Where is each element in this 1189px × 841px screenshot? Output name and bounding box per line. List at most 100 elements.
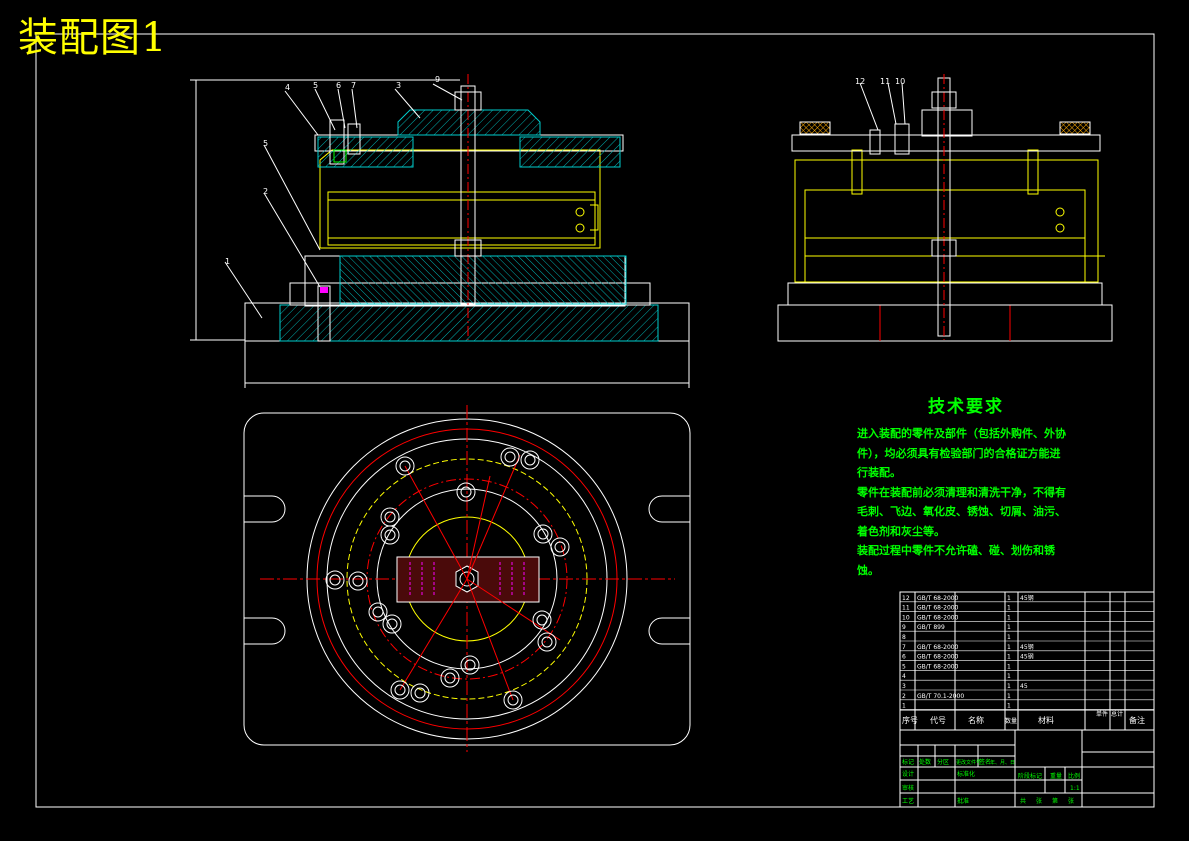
tb-total: 共 xyxy=(1020,797,1026,805)
parts-table-cell: GB/T 70.1-2000 xyxy=(917,693,964,700)
parts-table-cell: 3 xyxy=(902,683,906,690)
balloon-6: 6 xyxy=(336,81,341,90)
bolt-hole xyxy=(536,614,548,626)
parts-table-cell: GB/T 68-2000 xyxy=(917,654,959,661)
header-unit: 单件 xyxy=(1096,710,1108,718)
bolt-head xyxy=(550,537,570,557)
parts-table-cell: 45钢 xyxy=(1020,594,1034,602)
parts-table-cell: 1 xyxy=(1007,624,1011,631)
bolt-head xyxy=(325,570,345,590)
parts-table-cell: GB/T 68-2000 xyxy=(917,614,959,621)
header-qty: 数量 xyxy=(1005,717,1017,725)
parts-table-cell: GB/T 68-2000 xyxy=(917,605,959,612)
bolt-head xyxy=(456,482,476,502)
bolt-head xyxy=(533,524,553,544)
bolt-head xyxy=(500,447,520,467)
bolt-hole xyxy=(504,451,516,463)
balloon-3: 3 xyxy=(396,81,401,90)
tb-count: 处数 xyxy=(919,758,931,766)
header-index: 序号 xyxy=(902,715,918,725)
parts-table-cell: 1 xyxy=(902,703,906,710)
header-code: 代号 xyxy=(930,715,946,725)
header-remark: 备注 xyxy=(1129,715,1145,725)
side-view xyxy=(777,74,1113,342)
parts-table-cell: 9 xyxy=(902,624,906,631)
parts-table-cell: 1 xyxy=(1007,634,1011,641)
tb-design: 设计 xyxy=(902,770,914,778)
parts-table-cell: 8 xyxy=(902,634,906,641)
parts-table-cell: 5 xyxy=(902,663,906,670)
bolt-hole xyxy=(524,454,536,466)
parts-table-cell: 1 xyxy=(1007,644,1011,651)
tb-process: 工艺 xyxy=(902,797,914,805)
tb-scale: 1:1 xyxy=(1070,785,1080,792)
tb-no: 第 xyxy=(1052,797,1058,805)
balloon-10: 10 xyxy=(895,77,905,86)
tb-stage: 阶段标记 xyxy=(1018,772,1042,780)
parts-table-cell: 6 xyxy=(902,654,906,661)
bolt-head xyxy=(368,602,388,622)
parts-table-cell: 2 xyxy=(902,693,906,700)
bolt-hole xyxy=(329,574,341,586)
drawing-canvas: 4 5 6 7 3 9 5 2 1 12 11 10 12 GB/T 68-20… xyxy=(35,33,1155,808)
balloon-11: 11 xyxy=(880,77,890,86)
parts-table-cell: 12 xyxy=(902,595,910,602)
tb-weight: 重量 xyxy=(1050,772,1062,780)
parts-table-cell: 1 xyxy=(1007,605,1011,612)
balloon-7: 7 xyxy=(351,81,356,90)
bolt-head xyxy=(380,507,400,527)
bolt-head xyxy=(460,655,480,675)
tech-requirement-item: 零件在装配前必须清理和清洗干净，不得有毛刺、飞边、氧化皮、锈蚀、切屑、油污、着色… xyxy=(857,485,1066,538)
parts-table-cell: GB/T 68-2000 xyxy=(917,644,959,651)
balloon-4: 4 xyxy=(285,83,290,92)
balloon-12: 12 xyxy=(855,77,865,86)
bolt-head xyxy=(380,525,400,545)
tb-date: 年、月、日 xyxy=(990,759,1015,766)
parts-table-cell: 1 xyxy=(1007,693,1011,700)
balloon-5b: 5 xyxy=(263,139,268,148)
bolt-head xyxy=(348,571,368,591)
tech-requirement-item: 进入装配的零件及部件（包括外购件、外协件），均必须具有检验部门的合格证方能进行装… xyxy=(857,427,1066,479)
tb-mark: 标记 xyxy=(902,758,914,766)
parts-table-cell: 1 xyxy=(1007,683,1011,690)
parts-table-cell: 1 xyxy=(1007,654,1011,661)
parts-list-rows: 12 GB/T 68-2000 1 45钢11 GB/T 68-2000 110 GB/T … xyxy=(900,594,1154,710)
parts-table-cell: GB/T 68-2000 xyxy=(917,663,959,670)
parts-table-cell: 1 xyxy=(1007,595,1011,602)
parts-table-cell: 10 xyxy=(902,614,910,621)
parts-table-cell: 45钢 xyxy=(1020,643,1034,651)
parts-table-cell: 1 xyxy=(1007,614,1011,621)
bolt-head xyxy=(532,610,552,630)
title-block xyxy=(899,729,1155,808)
parts-table-cell: 1 xyxy=(1007,663,1011,670)
parts-list-table: 12 GB/T 68-2000 1 45钢11 GB/T 68-2000 110 GB/T … xyxy=(899,591,1155,731)
balloon-2: 2 xyxy=(263,187,268,196)
tech-requirements-heading: 技术要求 xyxy=(928,397,1004,417)
header-total: 总计 xyxy=(1111,710,1123,718)
balloon-1: 1 xyxy=(225,257,230,266)
tb-standard: 标准化 xyxy=(957,770,975,778)
parts-table-cell: GB/T 899 xyxy=(917,624,945,631)
bolt-hole xyxy=(460,486,472,498)
tech-requirement-item: 装配过程中零件不允许磕、碰、划伤和锈蚀。 xyxy=(857,544,1055,577)
parts-table-cell: 4 xyxy=(902,673,906,680)
front-section-view xyxy=(190,74,690,388)
parts-table-cell: 1 xyxy=(1007,673,1011,680)
top-view xyxy=(243,405,691,752)
parts-table-cell: 1 xyxy=(1007,703,1011,710)
side-view-balloon-labels: 12 11 10 xyxy=(855,77,905,86)
tb-review: 审核 xyxy=(902,784,914,792)
balloon-9: 9 xyxy=(435,75,440,84)
parts-table-cell: 11 xyxy=(902,605,910,612)
tb-approve: 批准 xyxy=(957,797,969,805)
tb-scale-label: 比例 xyxy=(1068,772,1080,780)
tb-sheets: 张 xyxy=(1036,797,1042,805)
parts-table-cell: 45 xyxy=(1020,683,1028,690)
tb-zone: 分区 xyxy=(937,758,949,766)
bolt-head xyxy=(410,683,430,703)
parts-table-cell: 45钢 xyxy=(1020,653,1034,661)
balloon-5: 5 xyxy=(313,81,318,90)
tech-requirements-list: 进入装配的零件及部件（包括外购件、外协件），均必须具有检验部门的合格证方能进行装… xyxy=(857,424,1067,580)
parts-table-cell: 7 xyxy=(902,644,906,651)
bolt-head xyxy=(537,632,557,652)
